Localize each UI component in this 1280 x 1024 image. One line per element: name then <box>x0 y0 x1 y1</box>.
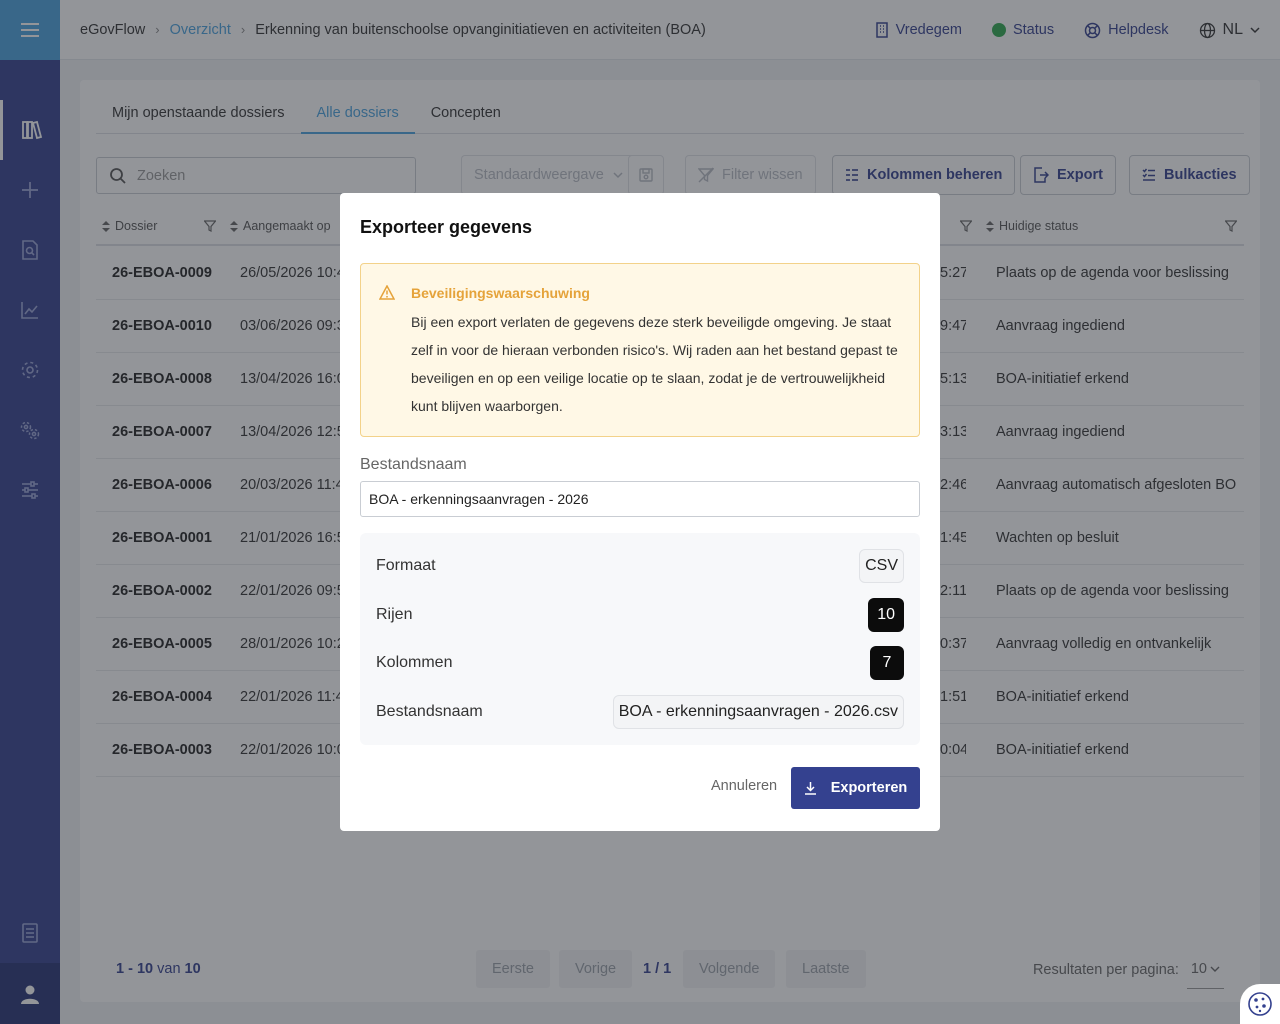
cookie-icon <box>1248 992 1272 1016</box>
columns-label: Kolommen <box>376 654 453 671</box>
export-confirm-label: Exporteren <box>830 780 908 796</box>
export-dialog: Exporteer gegevens Beveiligingswaarschuw… <box>340 193 940 831</box>
cookie-settings-button[interactable] <box>1240 984 1280 1024</box>
summary-format: Formaat CSV <box>376 549 904 583</box>
summary-filename-value: BOA - erkenningsaanvragen - 2026.csv <box>612 695 904 729</box>
rows-label: Rijen <box>376 606 413 623</box>
export-confirm-button[interactable]: Exporteren <box>791 767 920 809</box>
download-icon <box>804 782 816 795</box>
rows-value: 10 <box>868 598 904 632</box>
security-warning: Beveiligingswaarschuwing Bij een export … <box>360 263 920 437</box>
format-value: CSV <box>859 549 904 583</box>
summary-columns: Kolommen 7 <box>376 646 904 680</box>
summary-filename-label: Bestandsnaam <box>376 703 483 720</box>
format-label: Formaat <box>376 557 436 574</box>
warning-text: Bij een export verlaten de gegevens deze… <box>411 314 898 414</box>
cancel-button[interactable]: Annuleren <box>711 776 777 796</box>
filename-label: Bestandsnaam <box>360 456 467 473</box>
summary-filename: Bestandsnaam BOA - erkenningsaanvragen -… <box>376 695 904 729</box>
warning-title: Beveiligingswaarschuwing <box>411 285 590 301</box>
summary-rows: Rijen 10 <box>376 598 904 632</box>
filename-input[interactable] <box>360 481 920 517</box>
columns-value: 7 <box>870 646 904 680</box>
warning-icon <box>379 285 395 300</box>
export-summary: Formaat CSV Rijen 10 Kolommen 7 Bestands… <box>360 533 920 745</box>
dialog-title: Exporteer gegevens <box>360 217 533 237</box>
